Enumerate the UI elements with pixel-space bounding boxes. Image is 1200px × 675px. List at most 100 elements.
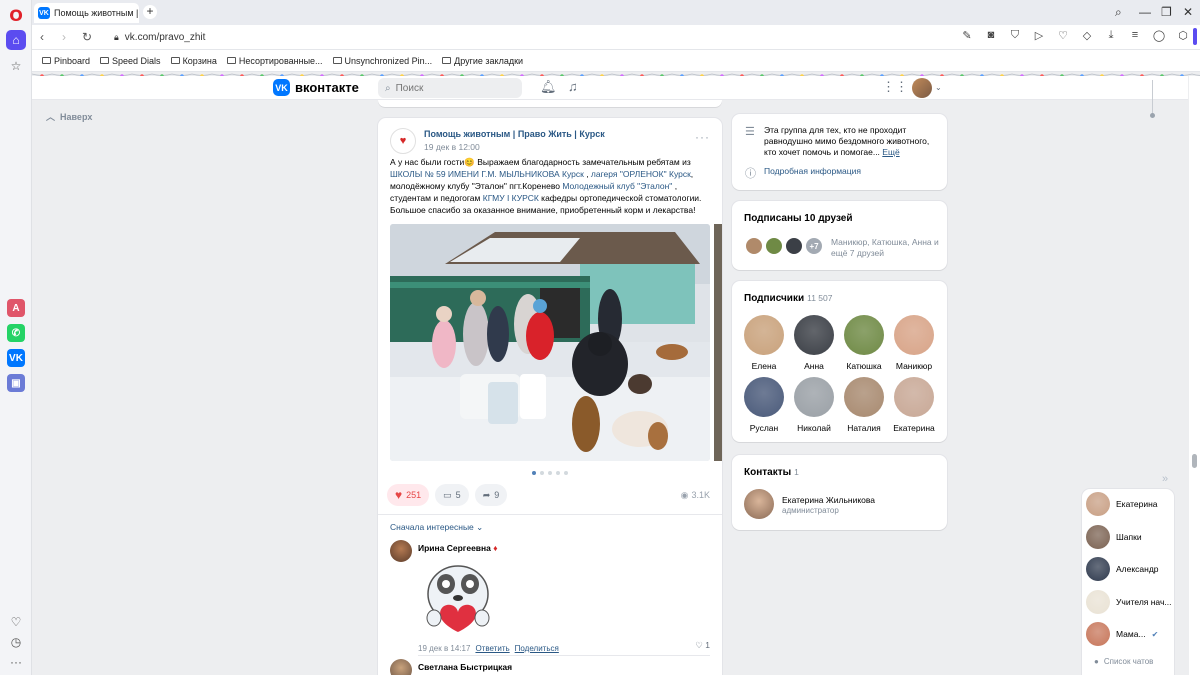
comment-author[interactable]: Ирина Сергеевна ♦: [418, 543, 498, 553]
music-icon[interactable]: ♫: [568, 79, 578, 94]
back-icon[interactable]: ‹: [40, 30, 44, 44]
comment-like-button[interactable]: ♡ 1: [695, 640, 710, 651]
chat-item[interactable]: Мама... ✔: [1086, 622, 1158, 646]
contact-avatar[interactable]: [744, 489, 774, 519]
heart-icon[interactable]: ♡: [6, 612, 26, 632]
friend-avatar[interactable]: [764, 236, 784, 256]
link-club[interactable]: Молодежный клуб "Эталон": [562, 181, 672, 191]
new-tab-button[interactable]: +: [143, 5, 157, 19]
subscriber[interactable]: Руслан: [739, 377, 789, 433]
more-icon[interactable]: ···: [6, 652, 26, 672]
scrollbar-thumb[interactable]: [1192, 454, 1197, 468]
carousel-dot[interactable]: [548, 471, 552, 475]
chat-item[interactable]: Учителя нач...: [1086, 589, 1172, 614]
chat-item[interactable]: Екатерина: [1086, 492, 1158, 516]
subscriber[interactable]: Николай: [789, 377, 839, 433]
share-link[interactable]: Поделиться: [515, 644, 559, 653]
carousel-dot[interactable]: [532, 471, 536, 475]
camera-icon[interactable]: ◙: [984, 29, 998, 42]
subscriber-avatar[interactable]: [844, 315, 884, 355]
subscriber-name[interactable]: Елена: [739, 361, 789, 371]
player-icon[interactable]: ▷: [1032, 29, 1046, 42]
vk-search[interactable]: ⌕: [378, 78, 522, 98]
restore-icon[interactable]: ❐: [1161, 5, 1172, 19]
whatsapp-icon[interactable]: ✆: [6, 323, 26, 343]
subscribers-title[interactable]: Подписчики 11 507: [744, 293, 832, 304]
comments-sort[interactable]: Сначала интересные ⌄: [390, 522, 483, 533]
comment-button[interactable]: ▭ 5: [435, 484, 469, 506]
subscriber[interactable]: Наталия: [839, 377, 889, 433]
subscriber-name[interactable]: Анна: [789, 361, 839, 371]
more-friends-badge[interactable]: +7: [804, 236, 824, 256]
wallet-icon[interactable]: ▣: [6, 373, 26, 393]
friends-names[interactable]: Маникюр, Катюшка, Анна и ещё 7 друзей: [831, 237, 941, 259]
subscriber-avatar[interactable]: [794, 377, 834, 417]
shield-icon[interactable]: ⛉: [1008, 29, 1022, 42]
chat-item[interactable]: Александр: [1086, 557, 1159, 581]
extensions-icon[interactable]: ⬡: [1176, 29, 1190, 42]
chat-list-button[interactable]: ● Список чатов: [1094, 657, 1153, 666]
subscriber-avatar[interactable]: [844, 377, 884, 417]
subscriber-name[interactable]: Катюшка: [839, 361, 889, 371]
more-link[interactable]: Ещё: [882, 147, 899, 157]
vk-logo[interactable]: VK вконтакте: [273, 79, 359, 96]
home-icon[interactable]: ⌂: [6, 30, 26, 50]
reload-icon[interactable]: ↻: [82, 30, 92, 44]
subscriber[interactable]: Маникюр: [889, 315, 939, 371]
search-tabs-icon[interactable]: ⌕: [1115, 5, 1122, 20]
search-input[interactable]: [395, 82, 506, 94]
page-scrollbar[interactable]: [1189, 76, 1200, 675]
star-icon[interactable]: ☆: [6, 56, 26, 76]
comment-author[interactable]: Светлана Быстрицкая: [418, 662, 512, 672]
aria-icon[interactable]: A: [6, 298, 26, 318]
bookmark-unsynchronized[interactable]: Unsynchronized Pin...: [332, 56, 432, 66]
carousel-dot[interactable]: [564, 471, 568, 475]
comment-avatar[interactable]: [390, 540, 412, 562]
user-avatar[interactable]: [912, 78, 932, 98]
like-button[interactable]: ♥ 251: [387, 484, 430, 506]
profile-icon[interactable]: ◯: [1152, 29, 1166, 42]
subscriber-name[interactable]: Николай: [789, 423, 839, 433]
bookmark-unsorted[interactable]: Несортированные...: [226, 56, 323, 66]
friend-avatar[interactable]: [784, 236, 804, 256]
subscriber[interactable]: Елена: [739, 315, 789, 371]
history-icon[interactable]: ◷: [6, 632, 26, 652]
contacts-title[interactable]: Контакты 1: [744, 467, 799, 478]
bookmark-trash[interactable]: Корзина: [170, 56, 217, 66]
group-name[interactable]: Помощь животным | Право Жить | Курск: [424, 129, 605, 139]
carousel-dot[interactable]: [540, 471, 544, 475]
post-date[interactable]: 19 дек в 12:00: [424, 142, 605, 152]
bell-icon[interactable]: 🔔︎: [540, 79, 557, 95]
vk-messenger-icon[interactable]: VK: [6, 348, 26, 368]
bookmark-speed-dials[interactable]: Speed Dials: [100, 56, 161, 66]
cube-icon[interactable]: ◇: [1080, 29, 1094, 42]
subscriber-avatar[interactable]: [794, 315, 834, 355]
carousel-dot[interactable]: [556, 471, 560, 475]
download-icon[interactable]: ⤓: [1104, 29, 1118, 42]
subscriber-avatar[interactable]: [744, 377, 784, 417]
collapse-chats-icon[interactable]: »: [1162, 473, 1168, 485]
subscriber[interactable]: Екатерина: [889, 377, 939, 433]
reply-link[interactable]: Ответить: [475, 644, 509, 653]
subscriber-avatar[interactable]: [744, 315, 784, 355]
subscriber-avatar[interactable]: [894, 315, 934, 355]
menu-icon[interactable]: ≡: [1128, 29, 1142, 42]
chevron-down-icon[interactable]: ⌄: [935, 83, 942, 92]
details-link[interactable]: Подробная информация: [764, 166, 861, 176]
subscriber[interactable]: Катюшка: [839, 315, 889, 371]
subscriber-name[interactable]: Екатерина: [889, 423, 939, 433]
opera-logo-icon[interactable]: O: [6, 5, 26, 25]
subscriber[interactable]: Анна: [789, 315, 839, 371]
edit-icon[interactable]: ✎: [960, 29, 974, 42]
forward-icon[interactable]: ›: [62, 30, 66, 44]
bookmark-pinboard[interactable]: Pinboard: [42, 56, 90, 66]
tab-vk[interactable]: VK Помощь животным | Пра: [34, 3, 139, 23]
back-to-top[interactable]: ︿ Наверх: [46, 110, 92, 123]
comment-avatar[interactable]: [390, 659, 412, 675]
link-camp[interactable]: лагеря "ОРЛЕНОК" Курск: [591, 169, 691, 179]
link-university[interactable]: КГМУ І КУРСК: [483, 193, 539, 203]
group-avatar[interactable]: ♥: [390, 128, 416, 154]
subscriber-avatar[interactable]: [894, 377, 934, 417]
subscriber-name[interactable]: Наталия: [839, 423, 889, 433]
next-photo-preview[interactable]: [714, 224, 722, 461]
